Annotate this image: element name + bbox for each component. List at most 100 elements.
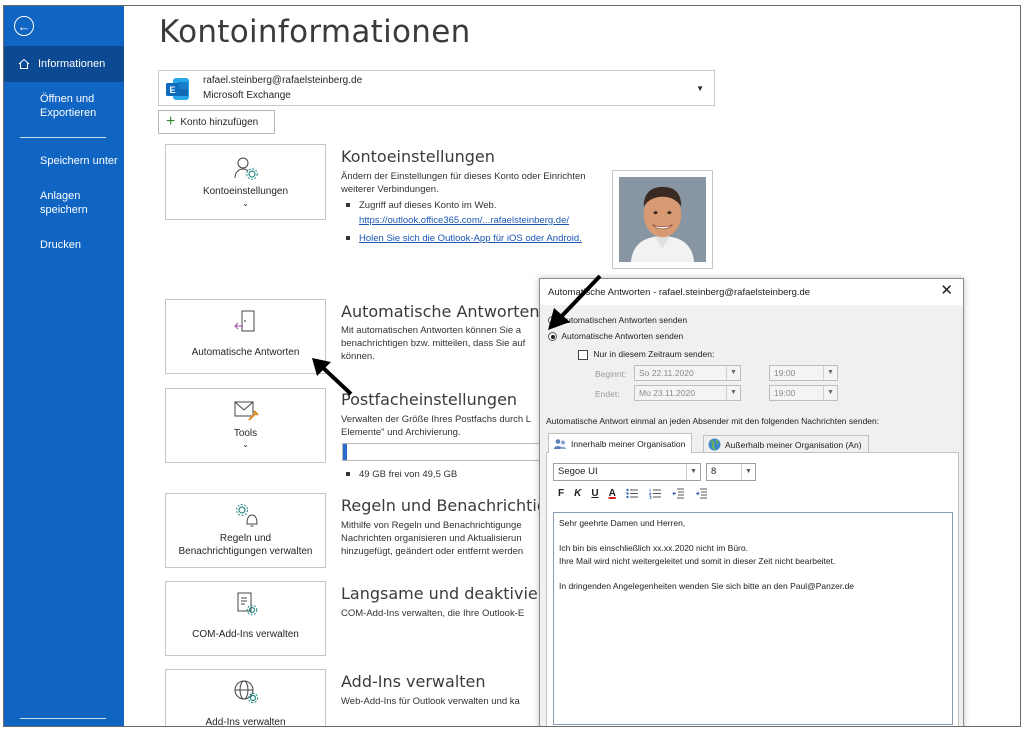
start-time-select[interactable]: 19:00 ▼ xyxy=(769,365,838,381)
storage-info: 49 GB frei von 49,5 GB xyxy=(346,468,457,481)
globe-gear-icon xyxy=(234,680,259,704)
message-line: Sehr geehrte Damen und Herren, xyxy=(559,518,686,528)
close-icon[interactable]: ✕ xyxy=(940,283,953,298)
section-title-account: Kontoeinstellungen xyxy=(341,147,495,166)
back-arrow-icon[interactable]: ← xyxy=(14,16,34,36)
auto-replies-dialog: Automatische Antworten - rafael.steinber… xyxy=(539,278,964,726)
chevron-down-icon: ▼ xyxy=(823,366,837,380)
sidebar-item-label: Anlagen speichern xyxy=(40,190,88,216)
bullet-dot xyxy=(346,203,350,208)
bullet-list-icon[interactable] xyxy=(626,488,639,499)
home-icon xyxy=(18,58,30,69)
account-type: Microsoft Exchange xyxy=(203,90,291,101)
mailbox-tools-icon xyxy=(234,401,259,421)
end-time-select[interactable]: 19:00 ▼ xyxy=(769,385,838,401)
account-settings-tile[interactable]: Kontoeinstellungen ⌄ xyxy=(165,144,326,220)
section-title-auto-replies: Automatische Antworten (Au xyxy=(341,302,572,321)
page-title: Kontoinformationen xyxy=(159,14,471,50)
start-date-select[interactable]: So 22.11.2020 ▼ xyxy=(634,365,741,381)
end-date-select[interactable]: Mo 23.11.2020 ▼ xyxy=(634,385,741,401)
increase-indent-icon[interactable] xyxy=(695,488,708,499)
bullet-web-access: Zugriff auf dieses Konto im Web. xyxy=(346,199,496,212)
font-color-button[interactable]: A xyxy=(609,488,616,499)
add-account-button[interactable]: + Konto hinzufügen xyxy=(158,110,275,134)
tile-label: Automatische Antworten xyxy=(191,347,300,358)
start-label: Beginnt: xyxy=(595,369,627,379)
chevron-down-icon: ⌄ xyxy=(242,199,249,208)
gear-bell-icon xyxy=(236,504,258,527)
dialog-title: Automatische Antworten - rafael.steinber… xyxy=(548,287,811,298)
tab-outside-organization[interactable]: Außerhalb meiner Organisation (An) xyxy=(703,435,869,453)
tile-label: COM-Add-Ins verwalten xyxy=(192,629,299,640)
door-exit-icon xyxy=(234,310,255,332)
chevron-down-icon: ▼ xyxy=(741,464,755,480)
user-gear-icon xyxy=(234,157,258,180)
section-title-mailbox: Postfacheinstellungen xyxy=(341,390,518,409)
font-size-select[interactable]: 8 ▼ xyxy=(706,463,756,481)
outlook-backstage-window: ← Informationen Öffnen und Exportieren S… xyxy=(3,5,1021,727)
profile-photo-image xyxy=(619,177,706,262)
radio-button-selected[interactable] xyxy=(548,332,557,342)
storage-progress-fill xyxy=(343,444,348,460)
chevron-down-icon: ▼ xyxy=(823,386,837,400)
numbered-list-icon[interactable] xyxy=(648,488,662,499)
sidebar-item-label: Speichern unter xyxy=(40,155,118,167)
globe-icon xyxy=(708,438,721,451)
profile-photo[interactable] xyxy=(612,170,713,269)
sidebar-item-label: Informationen xyxy=(38,58,106,70)
document-gear-icon xyxy=(237,592,258,616)
radio-button[interactable] xyxy=(548,316,557,326)
tab-inside-organization[interactable]: Innerhalb meiner Organisation xyxy=(548,433,693,453)
section-title-com: Langsame und deaktivierte ( xyxy=(341,584,572,603)
owa-link[interactable]: https://outlook.office365.com/...rafaels… xyxy=(359,214,569,227)
backstage-sidebar: ← Informationen Öffnen und Exportieren S… xyxy=(4,6,124,726)
bullet-dot xyxy=(346,236,350,241)
message-line: Ihre Mail wird nicht weitergeleitet und … xyxy=(559,555,836,566)
tile-label: Tools xyxy=(233,428,258,439)
plus-icon: + xyxy=(166,113,176,130)
mobile-app-link[interactable]: Holen Sie sich die Outlook-App für iOS o… xyxy=(359,233,582,244)
auto-reply-message-editor[interactable]: Sehr geehrte Damen und Herren, Ich bin b… xyxy=(553,512,953,725)
sidebar-divider xyxy=(20,718,106,719)
period-checkbox-row[interactable]: Nur in diesem Zeitraum senden: xyxy=(578,349,714,360)
sidebar-item-speichern-unter[interactable]: Speichern unter xyxy=(4,154,124,168)
chevron-down-icon[interactable]: ▼ xyxy=(696,84,704,93)
sidebar-divider xyxy=(20,137,106,138)
tile-label: Benachrichtigungen verwalten xyxy=(178,546,313,557)
italic-button[interactable]: K xyxy=(574,488,581,499)
sidebar-item-drucken[interactable]: Drucken xyxy=(4,238,124,252)
bullet-mobile-app: Holen Sie sich die Outlook-App für iOS o… xyxy=(346,232,582,245)
sidebar-item-oeffnen-exportieren[interactable]: Öffnen und Exportieren xyxy=(4,92,122,120)
tile-label: Add-Ins verwalten xyxy=(205,717,286,727)
font-family-select[interactable]: Segoe UI ▼ xyxy=(553,463,701,481)
auto-replies-tile[interactable]: Automatische Antworten xyxy=(165,299,326,374)
underline-button[interactable]: U xyxy=(591,488,598,499)
decrease-indent-icon[interactable] xyxy=(672,488,685,499)
people-icon xyxy=(554,438,566,449)
tools-tile[interactable]: Tools ⌄ xyxy=(165,388,326,463)
com-addins-tile[interactable]: COM-Add-Ins verwalten xyxy=(165,581,326,656)
tile-label: Regeln und xyxy=(219,533,272,544)
rules-tile[interactable]: Regeln und Benachrichtigungen verwalten xyxy=(165,493,326,568)
dialog-titlebar: Automatische Antworten - rafael.steinber… xyxy=(540,279,963,305)
svg-text:E: E xyxy=(169,85,175,95)
sidebar-item-informationen[interactable]: Informationen xyxy=(4,46,124,82)
send-once-label: Automatische Antwort einmal an jeden Abs… xyxy=(546,416,880,426)
radio-send-auto-replies[interactable]: Automatische Antworten senden xyxy=(548,331,683,342)
period-checkbox[interactable] xyxy=(578,349,588,360)
storage-progress-bar xyxy=(342,443,562,461)
account-selector[interactable]: E rafael.steinberg@rafaelsteinberg.de Mi… xyxy=(158,70,715,106)
addins-tile[interactable]: Add-Ins verwalten xyxy=(165,669,326,727)
format-toolbar: F K U A xyxy=(558,488,708,499)
sidebar-item-label: Drucken xyxy=(40,239,81,251)
chevron-down-icon: ▼ xyxy=(726,366,740,380)
add-account-label: Konto hinzufügen xyxy=(180,116,259,128)
message-line: Ich bin bis einschließlich xx.xx.2020 ni… xyxy=(559,543,748,553)
account-email: rafael.steinberg@rafaelsteinberg.de xyxy=(203,75,363,86)
bullet-dot xyxy=(346,472,350,477)
sidebar-item-anlagen-speichern[interactable]: Anlagen speichern xyxy=(4,189,104,217)
chevron-down-icon: ⌄ xyxy=(242,440,249,449)
sidebar-item-label: Öffnen und Exportieren xyxy=(40,93,97,119)
radio-no-auto-replies[interactable]: automatischen Antworten senden xyxy=(548,315,687,326)
bold-button[interactable]: F xyxy=(558,488,564,499)
